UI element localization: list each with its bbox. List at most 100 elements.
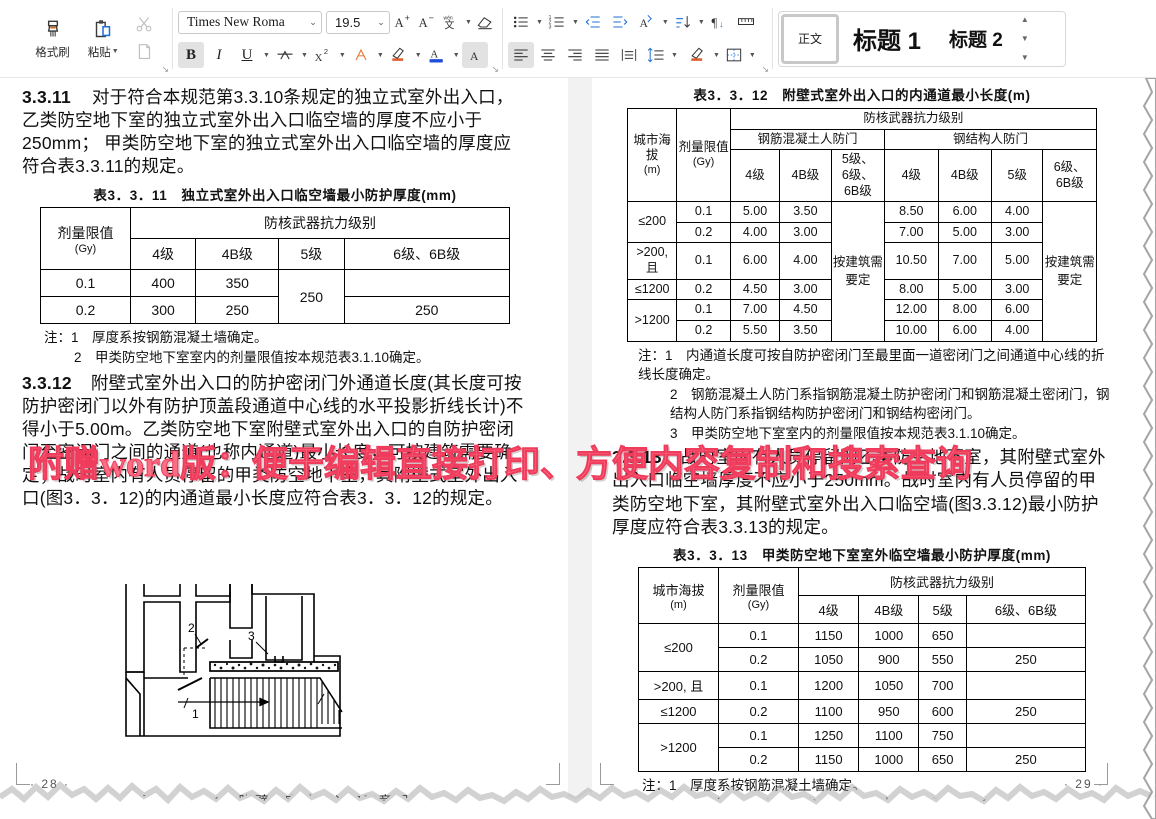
t2-st-level-6: 6级、 6B级 <box>1043 150 1097 202</box>
superscript-icon[interactable]: X2 <box>310 42 336 68</box>
cell-dose: 0.1 <box>677 202 730 223</box>
phonetic-chevron-down-icon[interactable]: ▼ <box>465 19 472 26</box>
t3-altitude-header: 城市海拔 (m) <box>639 567 719 623</box>
style-item-heading-1[interactable]: 标题 1 <box>839 14 935 64</box>
highlight-icon[interactable] <box>386 42 412 68</box>
sort-icon[interactable] <box>670 9 696 35</box>
shading-chevron-down-icon[interactable]: ▼ <box>713 52 720 59</box>
figure-3-3-12: 1 2 3 图3．3．12 附壁式室外出入口示意图 1—防护密闭门；2—密闭门；… <box>100 582 450 819</box>
cell-v4b: 900 <box>859 647 919 671</box>
dose-header-line2: (Gy) <box>43 243 128 255</box>
strikethrough-icon[interactable] <box>272 42 298 68</box>
numbering-chevron-down-icon[interactable]: ▼ <box>572 19 579 26</box>
sort-chevron-down-icon[interactable]: ▼ <box>698 19 705 26</box>
cell-v4: 1150 <box>799 623 859 647</box>
cut-icon[interactable] <box>133 13 155 35</box>
dose-header-line1: 剂量限值 <box>43 223 128 243</box>
clause-3-3-13-number: 3.3.13 <box>612 447 662 467</box>
clipboard-row: 格式刷 粘贴 ▼ <box>6 13 166 65</box>
font-size-box[interactable]: 19.5 ⌄ <box>326 11 390 34</box>
font-name-value[interactable]: Times New Roma <box>179 14 305 30</box>
char-shading-icon[interactable]: A <box>462 42 488 68</box>
shading-icon[interactable] <box>685 42 711 68</box>
font-color-chevron-down-icon[interactable]: ▼ <box>453 52 460 59</box>
t3-dose-l1: 剂量限值 <box>721 580 796 599</box>
font-name-box[interactable]: Times New Roma ⌄ <box>178 11 322 34</box>
t2-alt-le1200: ≤1200 <box>628 279 677 300</box>
table-row: 剂量限值 (Gy) 防核武器抗力级别 <box>41 208 510 239</box>
font-size-value[interactable]: 19.5 <box>327 15 373 30</box>
copy-icon[interactable] <box>133 41 155 63</box>
clear-format-icon[interactable] <box>474 9 496 35</box>
cell-s4b: 5.00 <box>938 222 991 243</box>
strikethrough-chevron-down-icon[interactable]: ▼ <box>301 52 308 59</box>
underline-button[interactable]: U <box>234 42 260 68</box>
borders-chevron-down-icon[interactable]: ▼ <box>749 52 756 59</box>
cell-rc4: 4.50 <box>730 279 779 300</box>
phonetic-guide-icon[interactable]: wén文 <box>440 9 462 35</box>
font-dialog-launcher[interactable]: ↘ <box>491 64 499 75</box>
table-row: ≤200 0.1 5.00 3.50 按建筑需要定 8.50 6.00 4.00… <box>628 202 1097 223</box>
font-color-icon[interactable]: A <box>424 42 450 68</box>
svg-text:A: A <box>395 16 404 30</box>
grow-font-button[interactable]: A+ <box>392 9 414 35</box>
shrink-font-button[interactable]: A− <box>416 9 438 35</box>
distribute-button[interactable] <box>616 42 642 68</box>
align-right-button[interactable] <box>562 42 588 68</box>
asian-layout-icon[interactable]: A <box>634 9 660 35</box>
cell-rc4: 4.00 <box>730 222 779 243</box>
t3-altitude-l1: 城市海拔 <box>641 580 716 599</box>
borders-icon[interactable] <box>721 42 747 68</box>
t3-dose-l2: (Gy) <box>721 599 796 611</box>
style-gallery-scroll[interactable]: ▲ ▼ ▼ <box>1017 14 1033 64</box>
numbering-icon[interactable]: 123 <box>544 9 570 35</box>
document-canvas[interactable]: 3.3.11 对于符合本规范第3.3.10条规定的独立式室外出入口，乙类防空地下… <box>0 78 1156 819</box>
decrease-indent-icon[interactable] <box>580 9 606 35</box>
align-center-button[interactable] <box>535 42 561 68</box>
style-scroll-down-icon[interactable]: ▼ <box>1021 35 1029 43</box>
line-spacing-icon[interactable] <box>643 42 669 68</box>
bold-button[interactable]: B <box>178 42 204 68</box>
figure-callout-2: 2 <box>188 621 195 635</box>
style-item-body[interactable]: 正文 <box>781 14 839 64</box>
font-size-chevron-down-icon[interactable]: ⌄ <box>373 17 389 28</box>
show-marks-icon[interactable]: ¶↓ <box>706 9 732 35</box>
style-more-icon[interactable]: ▼ <box>1021 54 1029 62</box>
document-page-right: 表3．3．12 附壁式室外出入口的内通道最小长度(m) 城市海拔 (m) 剂量限… <box>592 78 1152 819</box>
style-item-heading-2[interactable]: 标题 2 <box>935 14 1017 64</box>
cell-s4: 10.00 <box>885 320 938 341</box>
font-row-2: B I U ▼ ▼ X2 ▼ ▼ ▼ <box>178 42 496 68</box>
table-row: 0.2 300 250 250 <box>41 297 510 324</box>
font-name-chevron-down-icon[interactable]: ⌄ <box>305 17 321 28</box>
align-left-button[interactable] <box>508 42 534 68</box>
line-spacing-chevron-down-icon[interactable]: ▼ <box>671 52 678 59</box>
cell-dose: 0.2 <box>677 222 730 243</box>
cell-s5: 4.00 <box>992 202 1043 223</box>
table-row: 城市海拔 (m) 剂量限值 (Gy) 防核武器抗力级别 <box>639 567 1086 595</box>
char-border-icon[interactable] <box>348 42 374 68</box>
paragraph-dialog-launcher[interactable]: ↘ <box>761 64 769 75</box>
bullets-icon[interactable] <box>508 9 534 35</box>
cell-rc4b: 3.50 <box>780 320 831 341</box>
format-painter-button[interactable]: 格式刷 <box>31 15 74 62</box>
justify-button[interactable] <box>589 42 615 68</box>
paste-button[interactable]: 粘贴 ▼ <box>84 15 123 62</box>
increase-indent-icon[interactable] <box>607 9 633 35</box>
superscript-chevron-down-icon[interactable]: ▼ <box>339 52 346 59</box>
line-numbers-icon[interactable] <box>733 9 759 35</box>
clipboard-dialog-launcher[interactable]: ↘ <box>161 64 169 75</box>
style-scroll-up-icon[interactable]: ▲ <box>1021 16 1029 24</box>
svg-text:¶: ¶ <box>711 16 717 30</box>
char-border-chevron-down-icon[interactable]: ▼ <box>377 52 384 59</box>
cell-dose: 0.2 <box>719 647 799 671</box>
cell-v4: 1100 <box>799 699 859 723</box>
highlight-chevron-down-icon[interactable]: ▼ <box>415 52 422 59</box>
asian-layout-chevron-down-icon[interactable]: ▼ <box>662 19 669 26</box>
italic-button[interactable]: I <box>206 42 232 68</box>
bullets-chevron-down-icon[interactable]: ▼ <box>536 19 543 26</box>
chevron-down-icon[interactable]: ▼ <box>112 48 119 55</box>
underline-chevron-down-icon[interactable]: ▼ <box>263 52 270 59</box>
clause-3-3-13: 3.3.13 战时室内有人员停留的乙类防空地下室，其附壁式室外出入口临空墙厚度不… <box>612 446 1112 538</box>
cell-v5: 700 <box>919 671 966 699</box>
t2-st-level-5: 5级 <box>992 150 1043 202</box>
